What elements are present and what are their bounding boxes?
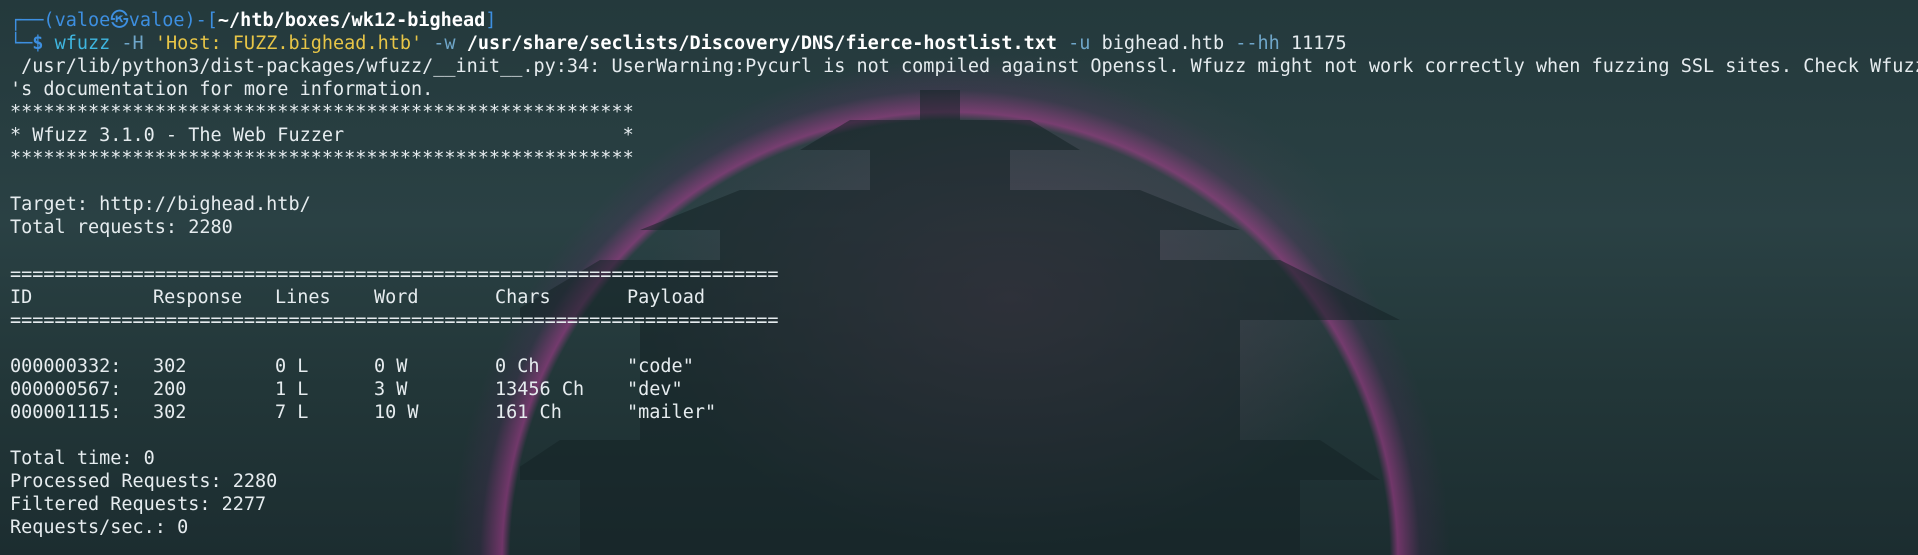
command-flag-h: -H [121,33,144,55]
total-time-line: Total time: 0 [10,447,155,469]
table-row: 000001115: 302 7 L 10 W 161 Ch "mailer" [10,401,1908,424]
table-separator-top: ========================================… [10,263,779,285]
banner-title: * Wfuzz 3.1.0 - The Web Fuzzer * [10,125,634,147]
row-response: 302 [153,355,187,377]
table-header: ID Response Lines Word Chars Payload [10,286,1908,309]
prompt-host: valoe [128,10,185,31]
row-payload: "dev" [627,378,683,400]
processed-requests-line: Processed Requests: 2280 [10,470,278,492]
command-hh-value: 11175 [1290,33,1347,55]
row-id: 000000567: [10,378,122,400]
command-flag-u: -u [1068,33,1091,55]
column-chars: Chars [495,286,551,308]
filtered-requests-line: Filtered Requests: 2277 [10,493,267,515]
table-row: 000000567: 200 1 L 3 W 13456 Ch "dev" [10,378,1908,401]
prompt-box-open: ┌──( [10,10,55,31]
command-flag-hh: --hh [1235,33,1280,55]
command-program: wfuzz [54,33,111,55]
row-chars: 161 Ch [495,401,562,423]
table-separator-bottom: ========================================… [10,309,779,331]
row-payload: "code" [627,355,694,377]
row-lines: 7 L [275,401,309,423]
prompt-dollar: $ [32,33,44,55]
banner-stars-bottom: ****************************************… [10,148,634,170]
row-id: 000000332: [10,355,122,377]
column-id: ID [10,286,33,308]
row-word: 10 W [374,401,419,423]
terminal-output[interactable]: ┌──(valoe㉿valoe)-[~/htb/boxes/wk12-bighe… [10,9,1918,539]
warning-line-1: /usr/lib/python3/dist-packages/wfuzz/__i… [10,56,1918,78]
column-lines: Lines [275,286,331,308]
row-payload: "mailer" [627,401,717,423]
prompt-separator: )-[ [184,10,218,31]
prompt-line: ┌──(valoe㉿valoe)-[~/htb/boxes/wk12-bighe… [10,9,1908,32]
row-lines: 0 L [275,355,309,377]
column-payload: Payload [627,286,705,308]
command-url: bighead.htb [1101,33,1225,55]
prompt-close: ] [485,10,497,31]
row-response: 302 [153,401,187,423]
command-wordlist: /usr/share/seclists/Discovery/DNS/fierce… [466,33,1058,55]
warning-line-2: 's documentation for more information. [10,79,434,101]
banner-stars-top: ****************************************… [10,102,634,124]
prompt-cwd: ~/htb/boxes/wk12-bighead [217,10,486,31]
row-word: 3 W [374,378,408,400]
prompt-user: valoe [54,10,111,31]
column-word: Word [374,286,419,308]
total-requests-line: Total requests: 2280 [10,217,233,239]
row-id: 000001115: [10,401,122,423]
row-chars: 0 Ch [495,355,540,377]
prompt-at-symbol: ㉿ [110,10,129,31]
command-header-value: 'Host: FUZZ.bighead.htb' [154,33,423,55]
row-lines: 1 L [275,378,309,400]
row-response: 200 [153,378,187,400]
requests-per-sec-line: Requests/sec.: 0 [10,517,189,539]
target-line: Target: http://bighead.htb/ [10,194,311,216]
prompt-prefix: └─ [10,33,33,55]
command-line: └─$ wfuzz -H 'Host: FUZZ.bighead.htb' -w… [10,32,1908,55]
table-row: 000000332: 302 0 L 0 W 0 Ch "code" [10,355,1908,378]
row-chars: 13456 Ch [495,378,585,400]
column-response: Response [153,286,243,308]
command-flag-w: -w [433,33,456,55]
row-word: 0 W [374,355,408,377]
